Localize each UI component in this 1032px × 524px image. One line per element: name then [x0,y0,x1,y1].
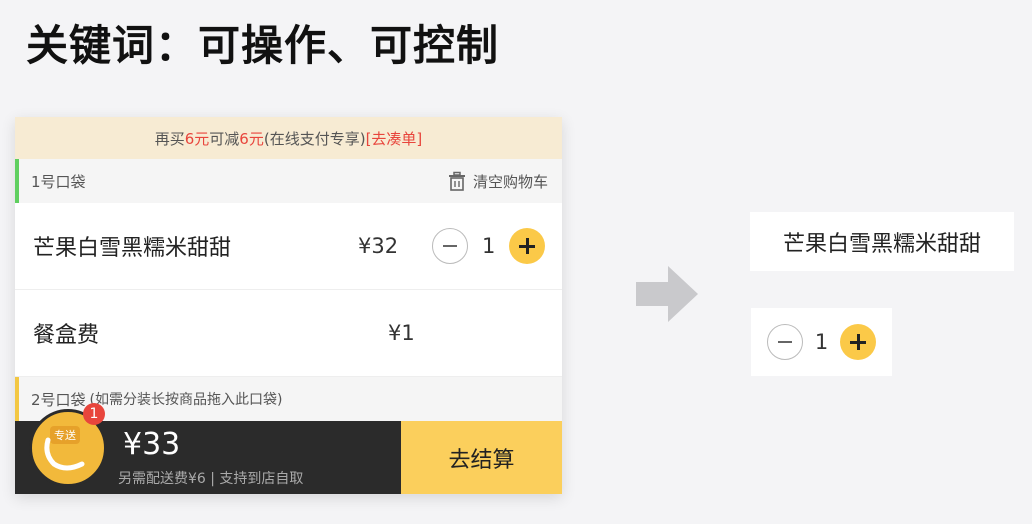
packaging-fee-row: 餐盒费 ¥1 [15,290,562,377]
slide-title: 关键词：可操作、可控制 [26,21,500,70]
clear-cart-button[interactable]: 清空购物车 [447,171,548,192]
bag-1-header: 1号口袋 清空购物车 [15,159,562,203]
promo-amount-1: 6元 [184,129,210,148]
quantity-stepper: 1 [432,228,546,264]
clear-cart-label: 清空购物车 [472,172,548,191]
decrease-quantity-button[interactable] [432,228,468,264]
promo-mid: 可减 [209,129,240,148]
bag-2-label: 2号口袋 [31,390,86,409]
promo-link[interactable]: [去凑单] [366,128,423,149]
promo-amount-2: 6元 [239,129,264,148]
cart-count-badge: 1 [83,403,105,425]
callout-increase-button[interactable] [840,324,877,360]
callout-decrease-button[interactable] [766,324,803,360]
bag-2-hint: (如需分装长按商品拖入此口袋) [89,392,283,408]
checkout-button[interactable]: 去结算 [401,421,562,494]
minus-icon [777,341,792,343]
item-price: ¥32 [358,234,399,258]
promo-suffix: (在线支付专享) [263,129,366,148]
callout-quantity-value: 1 [814,330,829,354]
packaging-fee-label: 餐盒费 [33,323,100,348]
packaging-fee-price: ¥1 [388,321,415,345]
cart-total: ¥33 [123,427,181,462]
callout-quantity-stepper: 1 [751,308,892,376]
item-name: 芒果白雪黑糯米甜甜 [33,236,232,261]
bag-1-label: 1号口袋 [31,172,86,191]
increase-quantity-button[interactable] [509,228,546,264]
minus-icon [443,245,457,247]
promo-banner[interactable]: 再买 6元 可减 6元 (在线支付专享) [去凑单] [15,117,562,159]
arrow-right-icon [636,266,698,322]
callout-item-name: 芒果白雪黑糯米甜甜 [750,212,1014,271]
cart-screen: 再买 6元 可减 6元 (在线支付专享) [去凑单] 1号口袋 清空购物车 芒果… [15,117,562,494]
quantity-value: 1 [482,234,496,258]
checkout-bar: 专送 1 ¥33 另需配送费¥6 | 支持到店自取 去结算 [15,403,562,494]
cart-item-row: 芒果白雪黑糯米甜甜 ¥32 1 [15,203,562,290]
promo-prefix: 再买 [154,129,185,148]
trash-icon [448,171,465,191]
cart-summary[interactable]: 专送 1 ¥33 另需配送费¥6 | 支持到店自取 [15,403,401,494]
delivery-fee-note: 另需配送费¥6 | 支持到店自取 [118,471,304,487]
